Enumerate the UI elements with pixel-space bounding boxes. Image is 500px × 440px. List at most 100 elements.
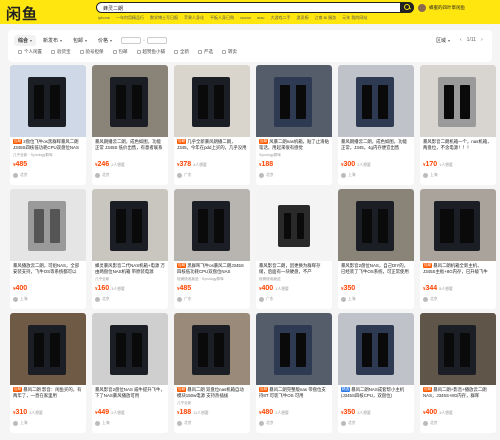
search-input[interactable]: 蜂灵二朗 bbox=[96, 1, 414, 13]
product-title[interactable]: 精选 暴风二朗NAS成套帮小主机(J345S四核CPU，双盘位) bbox=[341, 387, 411, 400]
product-image[interactable] bbox=[256, 313, 332, 385]
price-max-input[interactable] bbox=[146, 37, 167, 44]
xianyu-logo[interactable]: 闲鱼 bbox=[6, 3, 38, 24]
filter-checkbox[interactable]: 个人闲置 bbox=[18, 49, 42, 55]
seller-location: 北京 bbox=[102, 173, 110, 177]
product-title[interactable]: 暴风影音二朗机箱一个，nas机箱，两盘位，不含电源！！！ bbox=[423, 139, 493, 152]
product-image[interactable] bbox=[338, 65, 414, 137]
product-image[interactable] bbox=[420, 65, 496, 137]
product-image[interactable] bbox=[174, 189, 250, 261]
product-card[interactable]: 包邮 暴风二朗完整版nas 带盘位支持8T 可装飞牛OS 可用 ¥480 2人想要 北京 bbox=[256, 313, 332, 433]
checkbox-icon[interactable] bbox=[174, 50, 178, 54]
checkbox-icon[interactable] bbox=[79, 50, 84, 54]
search-query[interactable]: 蜂灵二朗 bbox=[103, 5, 123, 12]
filter-checkbox[interactable]: 全新 bbox=[174, 49, 189, 55]
product-card[interactable]: 包邮 暴风二朗+影音+播放云二朗 NAS，J345S+8G内存，群晖 ¥400 3人想… bbox=[420, 313, 496, 433]
product-card[interactable]: 蜂灵暴风影音二代NAS机箱+电源 万由两盘位NAS机箱 带原装电源 几乎全新 ¥16… bbox=[92, 189, 168, 309]
hot-link[interactable]: 数学博士写日报 bbox=[150, 15, 178, 21]
product-card[interactable]: 暴风朗播云二朗，成色如图，功能正常，J345，4g内存便宜出售 ¥300 2人想要上… bbox=[338, 65, 414, 185]
avatar[interactable] bbox=[418, 4, 426, 12]
product-card[interactable]: 包邮 风暴二朗nas机箱，贴了止滑贴笔话，用起来很有感觉 Synology群晖 ¥18… bbox=[256, 65, 332, 185]
region-select[interactable]: 区域 bbox=[436, 37, 451, 44]
hot-link[interactable]: mac bbox=[257, 15, 265, 21]
hot-link[interactable]: 一年何用精品行 bbox=[116, 15, 144, 21]
filter-checkbox[interactable]: 超赞鱼小铺 bbox=[136, 49, 165, 55]
checkbox-icon[interactable] bbox=[198, 50, 202, 54]
product-title[interactable]: 包邮 黑群晖飞牛os暴风二朗J345S四核低功耗CPU双盘位NAS bbox=[177, 263, 247, 276]
filter-checkbox[interactable]: 包邮 bbox=[112, 49, 128, 55]
product-card[interactable]: 包邮 暴风二朗 影音：闲鱼买的，有两年了，一直在家里用 ¥310 3人想要 上海 bbox=[10, 313, 86, 433]
filter-checkbox[interactable]: 转卖 bbox=[222, 49, 237, 55]
filter-checkbox[interactable]: 验号担保 bbox=[79, 49, 104, 55]
product-card[interactable]: 暴风影音二朗机箱一个，nas机箱，两盘位，不含电源！！！ ¥170 1人想要 上海 bbox=[420, 65, 496, 185]
checkbox-icon[interactable] bbox=[18, 50, 22, 54]
product-card[interactable]: 暴风影音2盘位NAS 威牛提升飞牛，下了NAS暴风播放可用 ¥449 2人想要 上海 bbox=[92, 313, 168, 433]
product-image[interactable] bbox=[338, 189, 414, 261]
checkbox-icon[interactable] bbox=[112, 50, 117, 54]
hot-link[interactable]: 元年 我的网站 bbox=[342, 15, 367, 21]
product-title[interactable]: 暴风影音二朗，因更换为群晖存储，后面有一块硬盘，不产 bbox=[259, 263, 329, 276]
price-min-input[interactable] bbox=[121, 37, 142, 44]
product-card[interactable]: 包邮几乎全新暴风朗播二朗，J345，今年在pdd上买的，几乎没用过 ¥3784人想… bbox=[174, 65, 250, 185]
sort-price[interactable]: 价格 bbox=[94, 35, 116, 46]
product-title[interactable]: 暴风朗播云二朗，成色如图，功能正常，J345，4g内存便宜出售 bbox=[341, 139, 411, 152]
product-card[interactable]: 包邮 暴风二朗 双盘位nas机箱自动模块150w电源 支持热插拔 几乎全新 ¥188 1… bbox=[174, 313, 250, 433]
checkbox-icon[interactable] bbox=[136, 50, 141, 54]
product-image[interactable] bbox=[10, 313, 86, 385]
product-card[interactable]: 包邮暴风二朗机箱全新主机，J345S主板+8G内存，已升级飞牛OS ¥3448人想… bbox=[420, 189, 496, 309]
filter-checkbox[interactable]: 验货宝 bbox=[51, 49, 71, 55]
hot-link[interactable]: iphone bbox=[98, 15, 110, 21]
sort-comprehensive[interactable]: 综合 bbox=[14, 35, 37, 46]
product-title[interactable]: 包邮 暴风二朗 双盘位nas机箱自动模块150w电源 支持热插拔 bbox=[177, 387, 247, 400]
product-image[interactable] bbox=[256, 65, 332, 137]
hot-link[interactable]: 大游戏二手 bbox=[270, 15, 290, 21]
product-title[interactable]: 包邮 风暴二朗nas机箱，贴了止滑贴笔话，用起来很有感觉 bbox=[259, 139, 329, 152]
filter-panel: 综合 新发布 包邮 价格 - 区域 ‹ 1/11 › 个人闲置 验货宝 验号担保 包邮… bbox=[8, 30, 492, 62]
product-image[interactable] bbox=[420, 313, 496, 385]
product-title[interactable]: 蜂灵暴风影音二代NAS机箱+电源 万由两盘位NAS机箱 带原装电源 bbox=[95, 263, 165, 276]
product-card[interactable]: 暴风播放云二朗，可组NAS，全部安装支持，飞牛OS等系统都可以 ¥400 上海 bbox=[10, 189, 86, 309]
hot-link[interactable]: 游灵杨 bbox=[296, 15, 308, 21]
sort-shipping[interactable]: 包邮 bbox=[69, 35, 91, 46]
product-card[interactable]: 暴风朗播云二朗，成色如图，功能正常 J345S 低价出售，有意者联系 ¥246 2人… bbox=[92, 65, 168, 185]
product-image[interactable] bbox=[174, 313, 250, 385]
checkbox-icon[interactable] bbox=[222, 50, 226, 54]
product-image[interactable] bbox=[10, 65, 86, 137]
product-title[interactable]: 包邮 暴风二朗完整版nas 带盘位支持8T 可装飞牛OS 可用 bbox=[259, 387, 329, 400]
search-icon[interactable] bbox=[400, 1, 414, 13]
product-title-text: 蜂灵暴风影音二代NAS机箱+电源 万由两盘位NAS机箱 带原装电源 bbox=[95, 263, 165, 275]
prev-page-icon[interactable]: ‹ bbox=[460, 37, 462, 43]
product-card[interactable]: 包邮 黑群晖飞牛os暴风二朗J345S四核低功耗CPU双盘位NAS 轻微使用痕迹 ·… bbox=[174, 189, 250, 309]
product-title[interactable]: 暴风影音2盘位NAS 威牛提升飞牛，下了NAS暴风播放可用 bbox=[95, 387, 165, 400]
product-card[interactable]: 暴风影音二朗，因更换为群晖存储，后面有一块硬盘，不产 轻微使用痕迹 ¥400 1人想要… bbox=[256, 189, 332, 309]
product-title[interactable]: 包邮暴风二朗机箱全新主机，J345S主板+8G内存，已升级飞牛OS bbox=[423, 263, 493, 276]
product-image[interactable] bbox=[92, 65, 168, 137]
product-image[interactable] bbox=[92, 189, 168, 261]
hot-link[interactable]: 江南 Bi 服务 bbox=[314, 15, 336, 21]
product-title[interactable]: 包邮 暴风二朗 影音：闲鱼买的，有两年了，一直在家里用 bbox=[13, 387, 83, 400]
product-image[interactable] bbox=[174, 65, 250, 137]
product-title[interactable]: 暴风朗播云二朗，成色如图，功能正常 J345S 低价出售，有意者联系 bbox=[95, 139, 165, 152]
product-title[interactable]: 暴风播放云二朗，可组NAS，全部安装支持，飞牛OS等系统都可以 bbox=[13, 263, 83, 276]
product-title[interactable]: 包邮几乎全新暴风朗播二朗，J345，今年在pdd上买的，几乎没用过 bbox=[177, 139, 247, 152]
product-image[interactable] bbox=[420, 189, 496, 261]
product-image[interactable] bbox=[92, 313, 168, 385]
product-title[interactable]: 包邮 暴风二朗+影音+播放云二朗 NAS，J345S+8G内存，群晖 bbox=[423, 387, 493, 400]
checkbox-icon[interactable] bbox=[51, 50, 55, 54]
product-title[interactable]: 包邮 2盘位飞牛os黑群晖暴风二朗J345S四核低功耗CPU双盘位NAS bbox=[13, 139, 83, 152]
user-name[interactable]: 蜂蜜的四叶草闲鱼 bbox=[429, 5, 465, 11]
product-card[interactable]: 包邮 2盘位飞牛os黑群晖暴风二朗J345S四核低功耗CPU双盘位NAS 几乎全新 … bbox=[10, 65, 86, 185]
sort-newest[interactable]: 新发布 bbox=[39, 35, 66, 46]
product-card[interactable]: 精选 暴风二朗NAS成套帮小主机(J345S四核CPU，双盘位) ¥350 3人想要北… bbox=[338, 313, 414, 433]
product-card[interactable]: 暴风影音2盘位NAS，自己DIY的，已经装了飞牛OS系统，可正常使用 ¥350 上海 bbox=[338, 189, 414, 309]
drive-bay bbox=[198, 333, 208, 367]
product-title[interactable]: 暴风影音2盘位NAS，自己DIY的，已经装了飞牛OS系统，可正常使用 bbox=[341, 263, 411, 276]
hot-link[interactable]: xuean bbox=[240, 15, 251, 21]
filter-checkbox[interactable]: 严选 bbox=[198, 49, 213, 55]
product-image[interactable] bbox=[10, 189, 86, 261]
hot-link[interactable]: 平板人身已购 bbox=[210, 15, 234, 21]
next-page-icon[interactable]: › bbox=[481, 37, 483, 43]
product-image[interactable] bbox=[338, 313, 414, 385]
hot-link[interactable]: 苹果人身化 bbox=[184, 15, 204, 21]
product-image[interactable] bbox=[256, 189, 332, 261]
